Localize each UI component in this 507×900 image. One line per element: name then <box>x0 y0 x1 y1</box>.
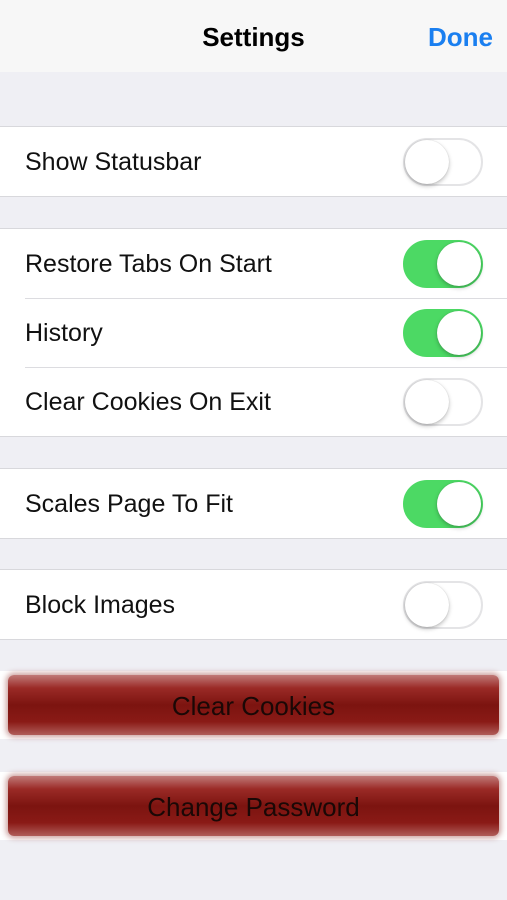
setting-label: Restore Tabs On Start <box>25 250 272 278</box>
scales-page-to-fit-toggle[interactable] <box>403 480 483 528</box>
setting-label: Clear Cookies On Exit <box>25 388 271 416</box>
clear-cookies-on-exit-toggle[interactable] <box>403 378 483 426</box>
restore-tabs-toggle[interactable] <box>403 240 483 288</box>
toggle-knob <box>437 482 481 526</box>
toggle-knob <box>405 140 449 184</box>
done-button[interactable]: Done <box>428 0 493 72</box>
setting-label: Scales Page To Fit <box>25 490 233 518</box>
setting-row-block-images: Block Images <box>0 570 507 639</box>
setting-row-restore-tabs: Restore Tabs On Start <box>0 229 507 298</box>
setting-label: History <box>25 319 103 347</box>
history-toggle[interactable] <box>403 309 483 357</box>
toggle-knob <box>405 583 449 627</box>
setting-label: Block Images <box>25 591 176 619</box>
settings-group-page: Scales Page To Fit <box>0 468 507 539</box>
setting-row-show-statusbar: Show Statusbar <box>0 127 507 196</box>
settings-group-display: Show Statusbar <box>0 126 507 197</box>
clear-cookies-band: Clear Cookies <box>0 671 507 739</box>
setting-row-history: History <box>0 298 507 367</box>
setting-label: Show Statusbar <box>25 148 202 176</box>
setting-row-clear-cookies-on-exit: Clear Cookies On Exit <box>0 367 507 436</box>
change-password-band: Change Password <box>0 772 507 840</box>
settings-group-browsing: Restore Tabs On Start History Clear Cook… <box>0 228 507 437</box>
settings-group-images: Block Images <box>0 569 507 640</box>
setting-row-scales-page: Scales Page To Fit <box>0 469 507 538</box>
change-password-button[interactable]: Change Password <box>8 776 499 836</box>
toggle-knob <box>437 311 481 355</box>
show-statusbar-toggle[interactable] <box>403 138 483 186</box>
clear-cookies-button[interactable]: Clear Cookies <box>8 675 499 735</box>
toggle-knob <box>405 380 449 424</box>
block-images-toggle[interactable] <box>403 581 483 629</box>
navigation-bar: Settings Done <box>0 0 507 72</box>
toggle-knob <box>437 242 481 286</box>
